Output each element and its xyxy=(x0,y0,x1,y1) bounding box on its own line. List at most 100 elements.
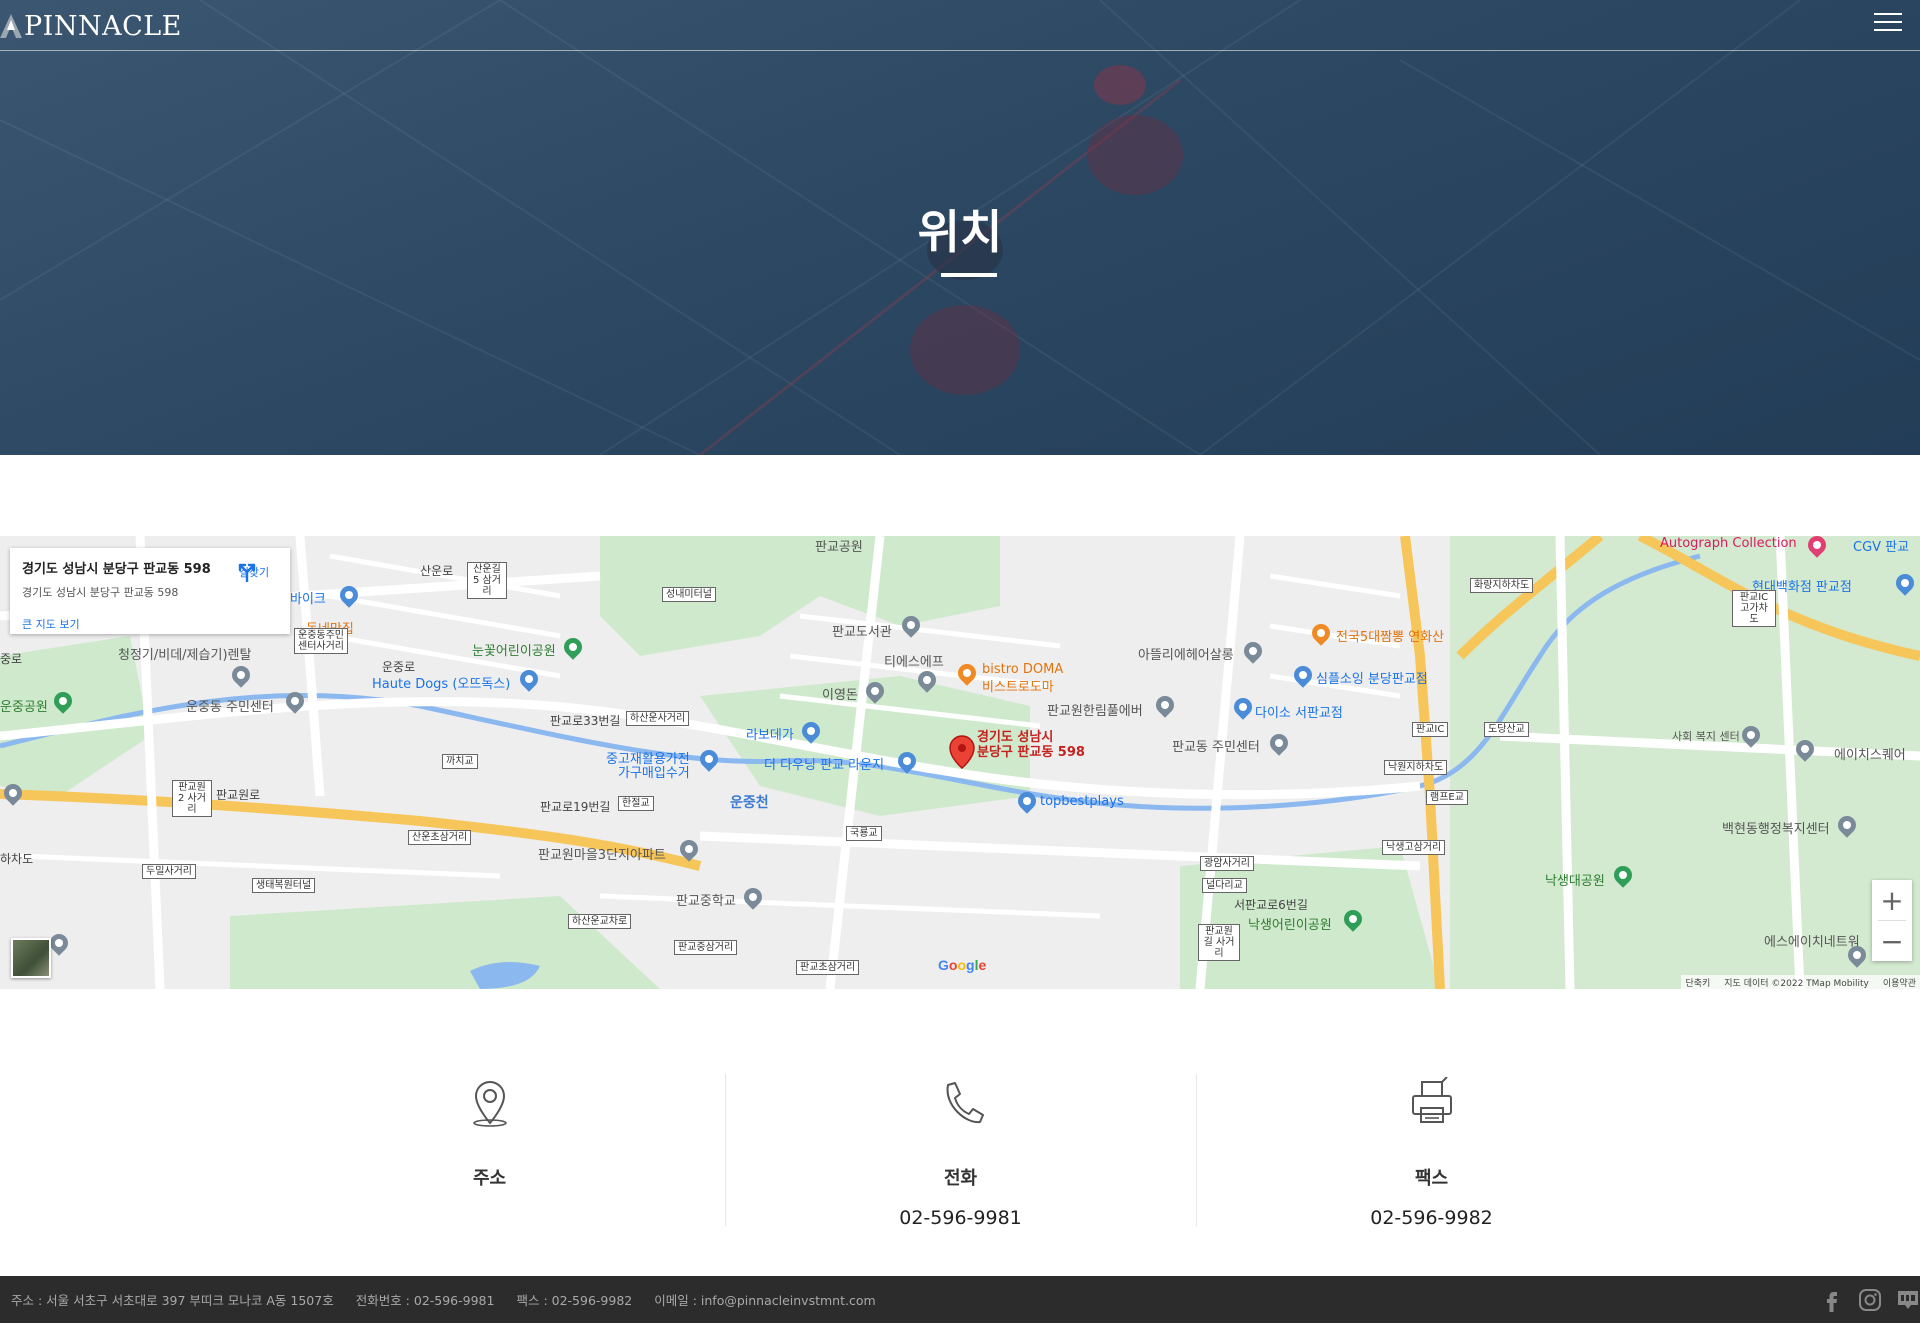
map-label[interactable]: 티에스에프 xyxy=(884,651,944,670)
map-label[interactable]: 에이치스퀘어 xyxy=(1834,744,1906,763)
intersection-label: 국룡교 xyxy=(846,826,882,841)
intersection-label: 널다리교 xyxy=(1202,878,1247,893)
directions-button[interactable]: 길찾기 xyxy=(236,562,272,582)
map-label[interactable]: 판교원한림풀에버 xyxy=(1047,700,1143,719)
map-label[interactable]: 사회 복지 센터 xyxy=(1672,728,1740,744)
intersection-label: 산운길5 삼거리 xyxy=(467,562,507,599)
map-label[interactable]: 운중공원 xyxy=(0,696,48,715)
map-label: 판교로19번길 xyxy=(540,800,611,814)
instagram-icon[interactable] xyxy=(1858,1288,1882,1312)
map-label[interactable]: CGV 판교 xyxy=(1853,536,1909,555)
map-label[interactable]: 더 다우닝 판교 라운지 xyxy=(764,754,884,773)
title-underline xyxy=(941,273,997,277)
zoom-out-button[interactable]: − xyxy=(1872,921,1912,961)
map-label[interactable]: 바이크 xyxy=(290,588,326,607)
map-label[interactable]: 운중동 주민센터 xyxy=(186,696,274,715)
terms-link[interactable]: 이용약관 xyxy=(1883,976,1916,989)
zoom-controls: + − xyxy=(1872,880,1912,961)
map-label: 서판교로6번길 xyxy=(1234,898,1308,912)
site-logo[interactable]: PINNACLE xyxy=(0,8,182,44)
map-label[interactable]: Autograph Collection xyxy=(1660,536,1797,551)
contact-info: 주소 전화 02-596-9981 팩스 02-596-9982 xyxy=(0,1074,1920,1229)
map-label[interactable]: 가구매입수거 xyxy=(618,762,690,781)
map-label[interactable]: topbestplays xyxy=(1040,794,1124,809)
map-attribution: 단축키 지도 데이터 ©2022 TMap Mobility 이용약관 xyxy=(1681,975,1920,989)
google-map[interactable]: 판교공원 판교도서관 티에스에프 이영돈 라보데가 bistro DOMA 비스… xyxy=(0,536,1920,989)
map-label[interactable]: 판교중학교 xyxy=(676,890,736,909)
location-marker-icon xyxy=(472,1081,507,1127)
intersection-label: 산운초삼거리 xyxy=(408,830,472,845)
phone-icon xyxy=(946,1082,984,1124)
facebook-icon[interactable] xyxy=(1820,1288,1844,1312)
site-footer: 주소 : 서울 서초구 서초대로 397 부띠크 모나코 A동 1507호 전화… xyxy=(0,1276,1920,1323)
map-label[interactable]: 청정기/비데/제습기)렌탈 xyxy=(118,644,251,663)
map-label: 운중로 xyxy=(382,660,416,674)
map-label[interactable]: 라보데가 xyxy=(746,724,794,743)
intersection-label: 광암사거리 xyxy=(1200,856,1254,871)
map-label[interactable]: 판교도서관 xyxy=(832,621,892,640)
map-label[interactable]: 판교원마을3단지아파트 xyxy=(538,844,666,863)
menu-icon-line xyxy=(1874,13,1902,15)
map-label[interactable]: 판교공원 xyxy=(815,536,863,555)
map-label: 운중천 xyxy=(730,795,769,811)
map-label[interactable]: 판교동 주민센터 xyxy=(1172,736,1260,755)
map-info-card: 경기도 성남시 분당구 판교동 598 경기도 성남시 분당구 판교동 598 … xyxy=(10,548,290,634)
intersection-label: 판교중삼거리 xyxy=(674,940,738,955)
fax-value: 02-596-9982 xyxy=(1370,1207,1493,1229)
map-label: 산운로 xyxy=(420,564,454,578)
hamburger-menu-button[interactable] xyxy=(1874,13,1902,35)
pin-label-line: 분당구 판교동 598 xyxy=(977,745,1085,760)
map-label: 중로 xyxy=(0,652,23,666)
intersection-label: 도당산교 xyxy=(1484,722,1529,737)
intersection-label: 낙생고삼거리 xyxy=(1382,840,1446,855)
fax-label: 팩스 xyxy=(1414,1168,1449,1189)
phone-column: 전화 02-596-9981 xyxy=(725,1074,1196,1229)
view-larger-map-link[interactable]: 큰 지도 보기 xyxy=(22,616,80,632)
footer-fax: 팩스 : 02-596-9982 xyxy=(516,1293,633,1308)
blog-icon[interactable] xyxy=(1896,1288,1920,1312)
map-label[interactable]: 에스에이치네트워 xyxy=(1764,931,1860,950)
intersection-label: 판교IC xyxy=(1412,722,1449,737)
intersection-label: 하산운사거리 xyxy=(626,711,690,726)
map-label[interactable]: 심플소잉 분당판교점 xyxy=(1316,668,1428,687)
logo-text: PINNACLE xyxy=(24,10,182,42)
intersection-label: 성내미터널 xyxy=(662,587,716,602)
menu-icon-line xyxy=(1874,29,1902,31)
map-label[interactable]: 낙생어린이공원 xyxy=(1248,914,1332,933)
intersection-label: 까치교 xyxy=(442,754,478,769)
social-links xyxy=(1820,1288,1920,1312)
menu-icon-line xyxy=(1874,21,1902,23)
fax-column: 팩스 02-596-9982 xyxy=(1196,1074,1667,1229)
top-navigation-bar: PINNACLE xyxy=(0,0,1920,51)
phone-label: 전화 xyxy=(943,1168,978,1189)
intersection-label: 화랑지하차도 xyxy=(1470,578,1534,593)
map-label[interactable]: 비스트로도마 xyxy=(982,676,1054,695)
map-label[interactable]: 눈꽃어린이공원 xyxy=(472,640,556,659)
google-logo: Google xyxy=(938,957,987,973)
map-label[interactable]: 아뜰리에헤어살롱 xyxy=(1138,644,1234,663)
fax-printer-icon xyxy=(1411,1077,1452,1123)
keyboard-shortcuts-link[interactable]: 단축키 xyxy=(1685,976,1710,989)
map-label[interactable]: 전국5대짬뽕 연화산 xyxy=(1336,626,1444,645)
address-column: 주소 xyxy=(254,1074,725,1229)
zoom-in-button[interactable]: + xyxy=(1872,880,1912,920)
map-label[interactable]: 이영돈 xyxy=(822,684,858,703)
selected-location-label: 경기도 성남시 분당구 판교동 598 xyxy=(977,730,1085,760)
footer-email[interactable]: 이메일 : info@pinnacleinvstmnt.com xyxy=(654,1290,875,1309)
map-label: 판교원로 xyxy=(216,788,261,802)
satellite-view-toggle[interactable] xyxy=(11,938,51,978)
map-data-credit: 지도 데이터 ©2022 TMap Mobility xyxy=(1724,978,1869,989)
intersection-label: 판교원길 사거리 xyxy=(1198,924,1240,961)
phone-value[interactable]: 02-596-9981 xyxy=(725,1207,1196,1229)
intersection-label: 판교원2 사거리 xyxy=(172,780,212,817)
footer-address: 주소 : 서울 서초구 서초대로 397 부띠크 모나코 A동 1507호 xyxy=(11,1293,334,1308)
pin-label-line: 경기도 성남시 xyxy=(977,730,1054,745)
map-label[interactable]: bistro DOMA xyxy=(982,662,1063,677)
map-label[interactable]: 다이소 서판교점 xyxy=(1255,702,1343,721)
map-label[interactable]: Haute Dogs (오뜨독스) xyxy=(372,673,510,692)
map-label[interactable]: 백현동행정복지센터 xyxy=(1722,818,1830,837)
map-label: 판교로33번길 xyxy=(550,714,621,728)
pinnacle-logo-icon xyxy=(0,14,22,38)
map-label[interactable]: 낙생대공원 xyxy=(1545,870,1605,889)
intersection-label: 생태복원터널 xyxy=(252,878,316,893)
